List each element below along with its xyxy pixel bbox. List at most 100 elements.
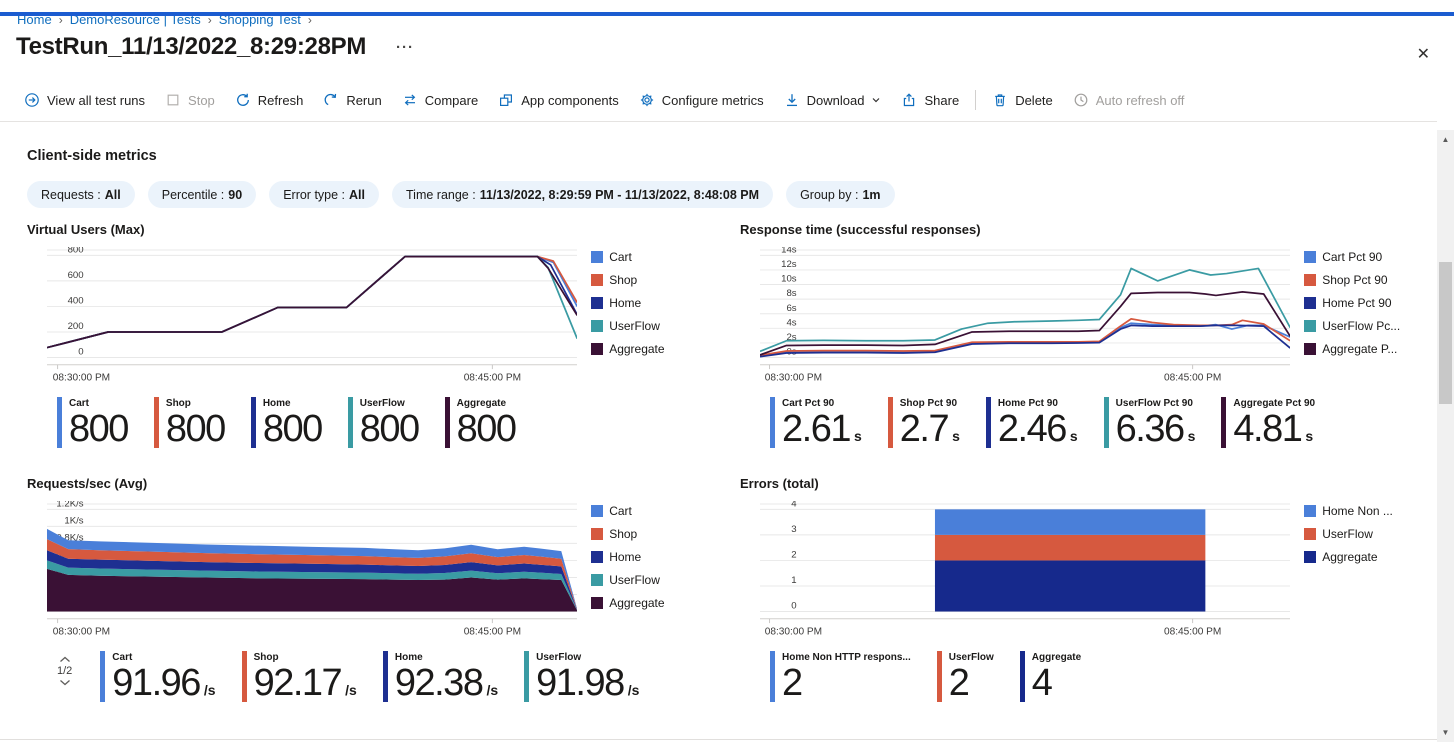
refresh-icon	[235, 92, 251, 108]
filter-pill-time-range[interactable]: Time range :11/13/2022, 8:29:59 PM - 11/…	[392, 181, 773, 208]
stat-item: Aggregate800	[445, 397, 516, 448]
svg-text:4s: 4s	[786, 317, 796, 328]
stat-unit: /s	[345, 682, 357, 698]
stop-button[interactable]: Stop	[155, 85, 225, 115]
toolbar-button-label: App components	[521, 93, 619, 108]
download-button[interactable]: Download	[774, 85, 892, 115]
pill-value: All	[105, 188, 121, 202]
legend-swatch-icon	[1304, 297, 1316, 309]
chart-stats: Cart Pct 902.61sShop Pct 902.7sHome Pct …	[770, 397, 1416, 448]
stat-color-bar	[986, 397, 991, 448]
portal-top-bar	[0, 12, 1454, 16]
svg-text:6s: 6s	[786, 303, 796, 314]
response-time-plot[interactable]: 14s12s10s8s6s4s2s0s08:30:00 PM08:45:00 P…	[760, 247, 1290, 389]
svg-text:12s: 12s	[781, 259, 797, 270]
legend-swatch-icon	[1304, 528, 1316, 540]
legend-item[interactable]: UserFlow	[591, 319, 703, 333]
chart-legend: Home Non ... UserFlow Aggregate	[1304, 501, 1416, 643]
scrollbar-thumb[interactable]	[1439, 262, 1452, 404]
pill-value: 90	[228, 188, 242, 202]
errors-total-plot[interactable]: 4321008:30:00 PM08:45:00 PM	[760, 501, 1290, 643]
chart-legend: Cart Shop Home UserFlow Aggregate	[591, 501, 703, 643]
legend-item[interactable]: UserFlow	[1304, 527, 1416, 541]
legend-swatch-icon	[591, 274, 603, 286]
legend-item[interactable]: Shop	[591, 527, 703, 541]
svg-text:08:45:00 PM: 08:45:00 PM	[464, 627, 521, 638]
legend-label: Cart Pct 90	[1322, 250, 1382, 264]
toolbar-button-label: Stop	[188, 93, 215, 108]
stat-item: Home800	[251, 397, 322, 448]
scrollbar-up-arrow-icon[interactable]: ▲	[1437, 132, 1454, 147]
configure-metrics-gear-icon	[639, 92, 655, 108]
close-icon[interactable]: ✕	[1415, 42, 1432, 66]
svg-text:08:30:00 PM: 08:30:00 PM	[765, 627, 822, 638]
legend-label: Shop	[609, 527, 637, 541]
filter-pill-group-by[interactable]: Group by :1m	[786, 181, 894, 208]
stat-item: Home Pct 902.46s	[986, 397, 1078, 448]
legend-item[interactable]: UserFlow	[591, 573, 703, 587]
more-actions-button[interactable]: ···	[392, 37, 418, 58]
pager-up-icon[interactable]	[58, 655, 72, 664]
legend-swatch-icon	[591, 528, 603, 540]
delete-button[interactable]: Delete	[982, 85, 1063, 115]
legend-item[interactable]: Home	[591, 550, 703, 564]
app-components-icon	[498, 92, 514, 108]
requests-per-sec-plot[interactable]: 1.2K/s1K/s0.8K/s0.6K/s0.4K/s0.2K/s0K/s08…	[47, 501, 577, 643]
download-icon	[784, 92, 800, 108]
stat-item: UserFlow2	[937, 651, 994, 702]
svg-text:3: 3	[791, 524, 796, 535]
toolbar-button-label: Auto refresh off	[1096, 93, 1185, 108]
filter-pill-error-type[interactable]: Error type :All	[269, 181, 379, 208]
rerun-button[interactable]: Rerun	[313, 85, 391, 115]
legend-swatch-icon	[591, 320, 603, 332]
legend-item[interactable]: Aggregate	[591, 342, 703, 356]
filter-pill-requests[interactable]: Requests :All	[27, 181, 135, 208]
toolbar-button-label: Refresh	[258, 93, 304, 108]
toolbar-button-label: View all test runs	[47, 93, 145, 108]
view-all-test-runs-button[interactable]: View all test runs	[14, 85, 155, 115]
legend-swatch-icon	[1304, 505, 1316, 517]
legend-label: UserFlow Pc...	[1322, 319, 1400, 333]
chart-stats: 1/2Cart91.96/sShop92.17/sHome92.38/sUser…	[57, 651, 703, 702]
legend-item[interactable]: Aggregate P...	[1304, 342, 1416, 356]
legend-item[interactable]: Cart	[591, 250, 703, 264]
legend-item[interactable]: Home Non ...	[1304, 504, 1416, 518]
share-icon	[901, 92, 917, 108]
legend-swatch-icon	[591, 597, 603, 609]
filter-pill-percentile[interactable]: Percentile :90	[148, 181, 256, 208]
pager-down-icon[interactable]	[58, 678, 72, 687]
bottom-divider-line	[0, 739, 1437, 740]
legend-item[interactable]: Aggregate	[591, 596, 703, 610]
svg-text:08:30:00 PM: 08:30:00 PM	[765, 373, 822, 384]
app-components-button[interactable]: App components	[488, 85, 629, 115]
legend-swatch-icon	[591, 297, 603, 309]
auto-refresh-button[interactable]: Auto refresh off	[1063, 85, 1195, 115]
stop-icon	[165, 92, 181, 108]
stat-value: 4.81	[1233, 410, 1301, 448]
legend-item[interactable]: Home	[591, 296, 703, 310]
legend-item[interactable]: Cart	[591, 504, 703, 518]
compare-button[interactable]: Compare	[392, 85, 488, 115]
chart-response-time: Response time (successful responses) 14s…	[740, 222, 1416, 448]
virtual-users-plot[interactable]: 800600400200008:30:00 PM08:45:00 PM	[47, 247, 577, 389]
legend-item[interactable]: Home Pct 90	[1304, 296, 1416, 310]
legend-item[interactable]: UserFlow Pc...	[1304, 319, 1416, 333]
svg-text:2: 2	[791, 550, 796, 561]
configure-metrics-button[interactable]: Configure metrics	[629, 85, 774, 115]
chart-stats: Home Non HTTP respons...2UserFlow2Aggreg…	[770, 651, 1416, 702]
legend-item[interactable]: Shop Pct 90	[1304, 273, 1416, 287]
scrollbar-down-arrow-icon[interactable]: ▼	[1437, 725, 1454, 740]
legend-item[interactable]: Shop	[591, 273, 703, 287]
legend-swatch-icon	[591, 343, 603, 355]
toolbar-button-label: Compare	[425, 93, 478, 108]
legend-item[interactable]: Aggregate	[1304, 550, 1416, 564]
chart-stats: Cart800Shop800Home800UserFlow800Aggregat…	[57, 397, 703, 448]
share-button[interactable]: Share	[891, 85, 969, 115]
clock-icon	[1073, 92, 1089, 108]
legend-item[interactable]: Cart Pct 90	[1304, 250, 1416, 264]
svg-text:10s: 10s	[781, 274, 797, 285]
legend-label: Aggregate	[609, 342, 664, 356]
stat-item: UserFlow Pct 906.36s	[1104, 397, 1196, 448]
stat-color-bar	[383, 651, 388, 702]
refresh-button[interactable]: Refresh	[225, 85, 314, 115]
